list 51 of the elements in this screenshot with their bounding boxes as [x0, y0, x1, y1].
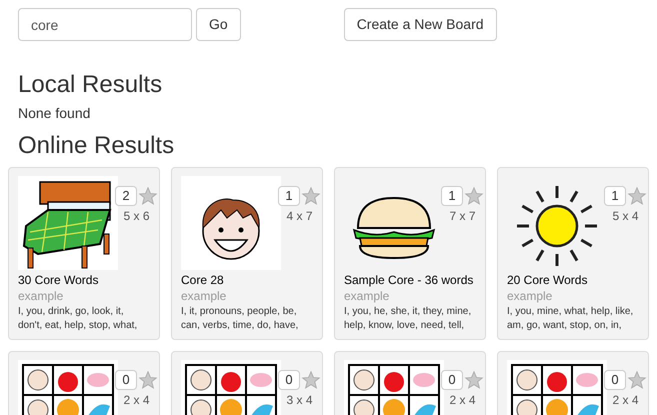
smiley-icon	[181, 176, 281, 270]
count-badge: 0	[115, 370, 137, 390]
board-words: I, it, pronouns, people, be, can, verbs, time, do, have,	[181, 305, 300, 333]
count-badge: 0	[278, 370, 300, 390]
board-card[interactable]: 0 2 x 4	[334, 351, 486, 415]
board-words: I, you, he, she, it, they, mine, help, know, love, need, tell,	[344, 305, 472, 333]
star-icon[interactable]	[464, 186, 484, 206]
count-badge: 1	[604, 186, 626, 206]
create-board-button[interactable]: Create a New Board	[344, 8, 497, 41]
star-icon[interactable]	[301, 186, 321, 206]
online-results-heading: Online Results	[18, 132, 176, 160]
board-size: 4 x 7	[286, 208, 312, 225]
board-author: example	[344, 288, 390, 304]
search-field[interactable]: core	[18, 8, 192, 41]
local-results-heading: Local Results	[18, 71, 164, 99]
star-icon[interactable]	[138, 186, 158, 206]
board-size: 2 x 4	[123, 392, 150, 409]
board-title: 30 Core Words	[18, 272, 100, 288]
count-badge: 1	[278, 186, 300, 206]
board-size: 2 x 4	[612, 392, 638, 409]
board-words: I, you, drink, go, look, it, don't, eat, help, stop, what,	[18, 305, 138, 333]
star-icon[interactable]	[627, 186, 647, 206]
board-size: 2 x 4	[449, 392, 476, 409]
star-icon[interactable]	[138, 370, 158, 390]
count-badge: 2	[115, 186, 137, 206]
go-button[interactable]: Go	[196, 8, 241, 41]
board-author: example	[181, 288, 228, 304]
board-size: 5 x 6	[123, 208, 150, 225]
board-card[interactable]: 1 5 x 4 20 Core Words example I, you, mine, what, help, like, am, go, want, stop, on, in,	[497, 167, 649, 340]
star-icon[interactable]	[301, 370, 321, 390]
board-card[interactable]: 0 2 x 4	[497, 351, 649, 415]
board-words: I, you, mine, what, help, like, am, go, want, stop, on, in,	[507, 305, 634, 333]
board-title: 20 Core Words	[507, 272, 588, 288]
count-badge: 1	[441, 186, 463, 206]
board-author: example	[507, 288, 554, 304]
board-author: example	[18, 288, 64, 304]
board-card[interactable]: 0 3 x 4	[171, 351, 323, 415]
no-results-text: None found	[18, 104, 92, 122]
board-card[interactable]: 1 4 x 7 Core 28 example I, it, pronouns, people, be, can, verbs, time, do, have,	[171, 167, 323, 340]
board-card[interactable]: 0 2 x 4	[8, 351, 160, 415]
board-card[interactable]: 1 7 x 7 Sample Core - 36 words example I, you, he, she, it, they, mine, help, know, love, need, tell,	[334, 167, 486, 340]
count-badge: 0	[441, 370, 463, 390]
star-icon[interactable]	[464, 370, 484, 390]
board-size: 5 x 4	[612, 208, 638, 225]
board-card[interactable]: 2 5 x 6 30 Core Words example I, you, drink, go, look, it, don't, eat, help, stop, what,	[8, 167, 160, 340]
board-size: 3 x 4	[286, 392, 312, 409]
star-icon[interactable]	[627, 370, 647, 390]
count-badge: 0	[604, 370, 626, 390]
board-size: 7 x 7	[449, 208, 476, 225]
board-title: Sample Core - 36 words	[344, 272, 474, 288]
board-title: Core 28	[181, 272, 225, 288]
